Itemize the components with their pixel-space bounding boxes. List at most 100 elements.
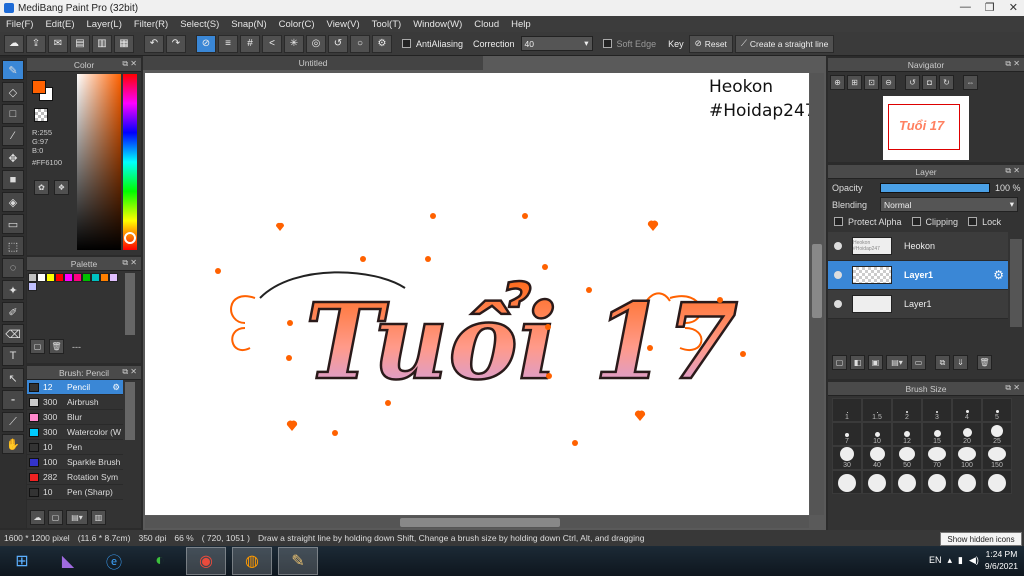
palette-swatch[interactable] <box>109 273 118 282</box>
divide-tool-icon[interactable]: ⟋ <box>2 412 24 432</box>
layer-row-heokon[interactable]: Heokon #Hoidap247 Heokon <box>828 232 1008 261</box>
fill-rect-tool-icon[interactable]: ■ <box>2 170 24 190</box>
cleaner-app-icon[interactable]: ◐ <box>140 547 180 575</box>
layer-row-layer1[interactable]: Layer1 <box>828 290 1008 319</box>
horizontal-scroll-thumb[interactable] <box>400 518 560 527</box>
palette-swatch[interactable] <box>28 273 37 282</box>
panel-float-icon[interactable]: ⧉ ✕ <box>122 59 137 69</box>
select-pen-tool-icon[interactable]: ✐ <box>2 302 24 322</box>
dot-tool-icon[interactable]: ⁄ <box>2 126 24 146</box>
operation-tool-icon[interactable]: ↖ <box>2 368 24 388</box>
zoom-out-icon[interactable]: ⊖ <box>881 75 896 90</box>
snap-radial-icon[interactable]: ✳ <box>284 34 304 53</box>
snap-circle-icon[interactable]: ◎ <box>306 34 326 53</box>
brush-item[interactable]: 100 Sparkle Brush <box>27 455 123 470</box>
brush-item[interactable]: 12 Pencil ⚙ <box>27 380 123 395</box>
reset-view-icon[interactable]: ◘ <box>922 75 937 90</box>
rotate-right-icon[interactable]: ↻ <box>939 75 954 90</box>
close-button[interactable]: ✕ <box>1009 1 1018 14</box>
snap-curve-icon[interactable]: ↺ <box>328 34 348 53</box>
palette-swatch[interactable] <box>64 273 73 282</box>
rectangle-tool-icon[interactable]: □ <box>2 104 24 124</box>
brush-size-option[interactable] <box>982 470 1012 494</box>
select-tool-icon[interactable]: ⬚ <box>2 236 24 256</box>
new-brush-icon[interactable]: ▢ <box>48 510 63 525</box>
duplicate-layer-icon[interactable]: ⧉ <box>935 355 950 370</box>
palette-scrollbar[interactable] <box>125 273 135 335</box>
start-button-icon[interactable]: ⊞ <box>2 547 42 575</box>
new-palette-icon[interactable]: ▢ <box>30 339 45 354</box>
brush-size-option[interactable]: 3 <box>922 398 952 422</box>
select-eraser-tool-icon[interactable]: ⌫ <box>2 324 24 344</box>
menu-cloud[interactable]: Cloud <box>468 19 505 30</box>
page-icon[interactable]: ▥ <box>92 34 112 53</box>
brush-size-option[interactable]: 5 <box>982 398 1012 422</box>
text-tool-icon[interactable]: T <box>2 346 24 366</box>
add-brush-icon[interactable]: ▤▾ <box>66 510 88 525</box>
transparent-color-swatch[interactable] <box>34 108 48 122</box>
correction-select[interactable]: 40 ▾ <box>520 36 593 51</box>
new-halftone-layer-icon[interactable]: ▣ <box>868 355 883 370</box>
undo-icon[interactable]: ↶ <box>144 34 164 53</box>
brush-size-option[interactable] <box>832 470 862 494</box>
brush-size-option[interactable]: 1.5 <box>862 398 892 422</box>
brush-item[interactable]: 10 Pen <box>27 440 123 455</box>
snap-parallel-icon[interactable]: ≡ <box>218 34 238 53</box>
menu-filter[interactable]: Filter(R) <box>128 19 174 30</box>
brush-size-option[interactable]: 70 <box>922 446 952 470</box>
hand-tool-icon[interactable]: ✋ <box>2 434 24 454</box>
upload-icon[interactable]: ⇪ <box>26 34 46 53</box>
antialias-checkbox[interactable] <box>402 39 411 48</box>
hue-slider[interactable] <box>123 74 137 250</box>
layer-row-layer1-active[interactable]: Layer1 ⚙ <box>828 261 1008 290</box>
palette-swatch[interactable] <box>46 273 55 282</box>
blending-select[interactable]: Normal ▾ <box>880 197 1018 212</box>
layer-settings-gear-icon[interactable]: ⚙ <box>993 268 1004 282</box>
brush-size-option[interactable]: 40 <box>862 446 892 470</box>
palette-swatch[interactable] <box>73 273 82 282</box>
new-color-layer-icon[interactable]: ◧ <box>850 355 865 370</box>
brush-settings-gear-icon[interactable]: ⚙ <box>112 382 120 393</box>
move-tool-icon[interactable]: ✥ <box>2 148 24 168</box>
panel-float-icon[interactable]: ⧉ ✕ <box>1005 166 1020 176</box>
panel-float-icon[interactable]: ⧉ ✕ <box>122 367 137 377</box>
layer-scrollbar[interactable] <box>1010 239 1022 327</box>
visibility-eye-icon[interactable] <box>834 242 842 250</box>
zoom-in-icon[interactable]: ⊕ <box>830 75 845 90</box>
lock-checkbox[interactable] <box>968 217 978 226</box>
color-picker-area[interactable] <box>77 74 121 250</box>
tray-expand-icon[interactable]: ▴ <box>948 555 953 566</box>
chrome-icon[interactable]: ◉ <box>186 547 226 575</box>
protect-alpha-checkbox[interactable] <box>834 217 843 226</box>
menu-file[interactable]: File(F) <box>0 19 39 30</box>
brush-size-option[interactable] <box>952 470 982 494</box>
brush-size-option[interactable]: 12 <box>892 422 922 446</box>
panel-icon[interactable]: ▦ <box>114 34 134 53</box>
menu-tool[interactable]: Tool(T) <box>366 19 408 30</box>
reset-button[interactable]: ⊘ Reset <box>688 34 733 53</box>
brush-size-option[interactable] <box>862 470 892 494</box>
brush-size-option[interactable]: 25 <box>982 422 1012 446</box>
brush-scrollbar[interactable] <box>125 382 135 440</box>
menu-window[interactable]: Window(W) <box>407 19 468 30</box>
brush-item[interactable]: 300 Airbrush <box>27 395 123 410</box>
clock[interactable]: 1:24 PM 9/6/2021 <box>985 548 1018 572</box>
zoom-actual-icon[interactable]: ⊡ <box>864 75 879 90</box>
gradient-tool-icon[interactable]: ▭ <box>2 214 24 234</box>
palette-swatch[interactable] <box>100 273 109 282</box>
document-tab[interactable]: Untitled <box>143 56 483 70</box>
brush-size-option[interactable]: 50 <box>892 446 922 470</box>
brush-size-option[interactable]: 7 <box>832 422 862 446</box>
brush-size-option[interactable]: 1 <box>832 398 862 422</box>
color-wheel-icon[interactable]: ✿ <box>34 180 49 195</box>
delete-palette-icon[interactable]: 🗑 <box>49 339 64 354</box>
cloud-icon[interactable]: ☁ <box>4 34 24 53</box>
volume-icon[interactable]: ◀) <box>969 555 979 566</box>
brush-item[interactable]: 300 Watercolor (W <box>27 425 123 440</box>
fit-icon[interactable]: ⊞ <box>847 75 862 90</box>
redo-icon[interactable]: ↷ <box>166 34 186 53</box>
brush-tool-icon[interactable]: ✎ <box>2 60 24 80</box>
brush-size-option[interactable]: 4 <box>952 398 982 422</box>
network-icon[interactable]: ▮ <box>958 555 963 566</box>
language-indicator[interactable]: EN <box>929 555 942 565</box>
